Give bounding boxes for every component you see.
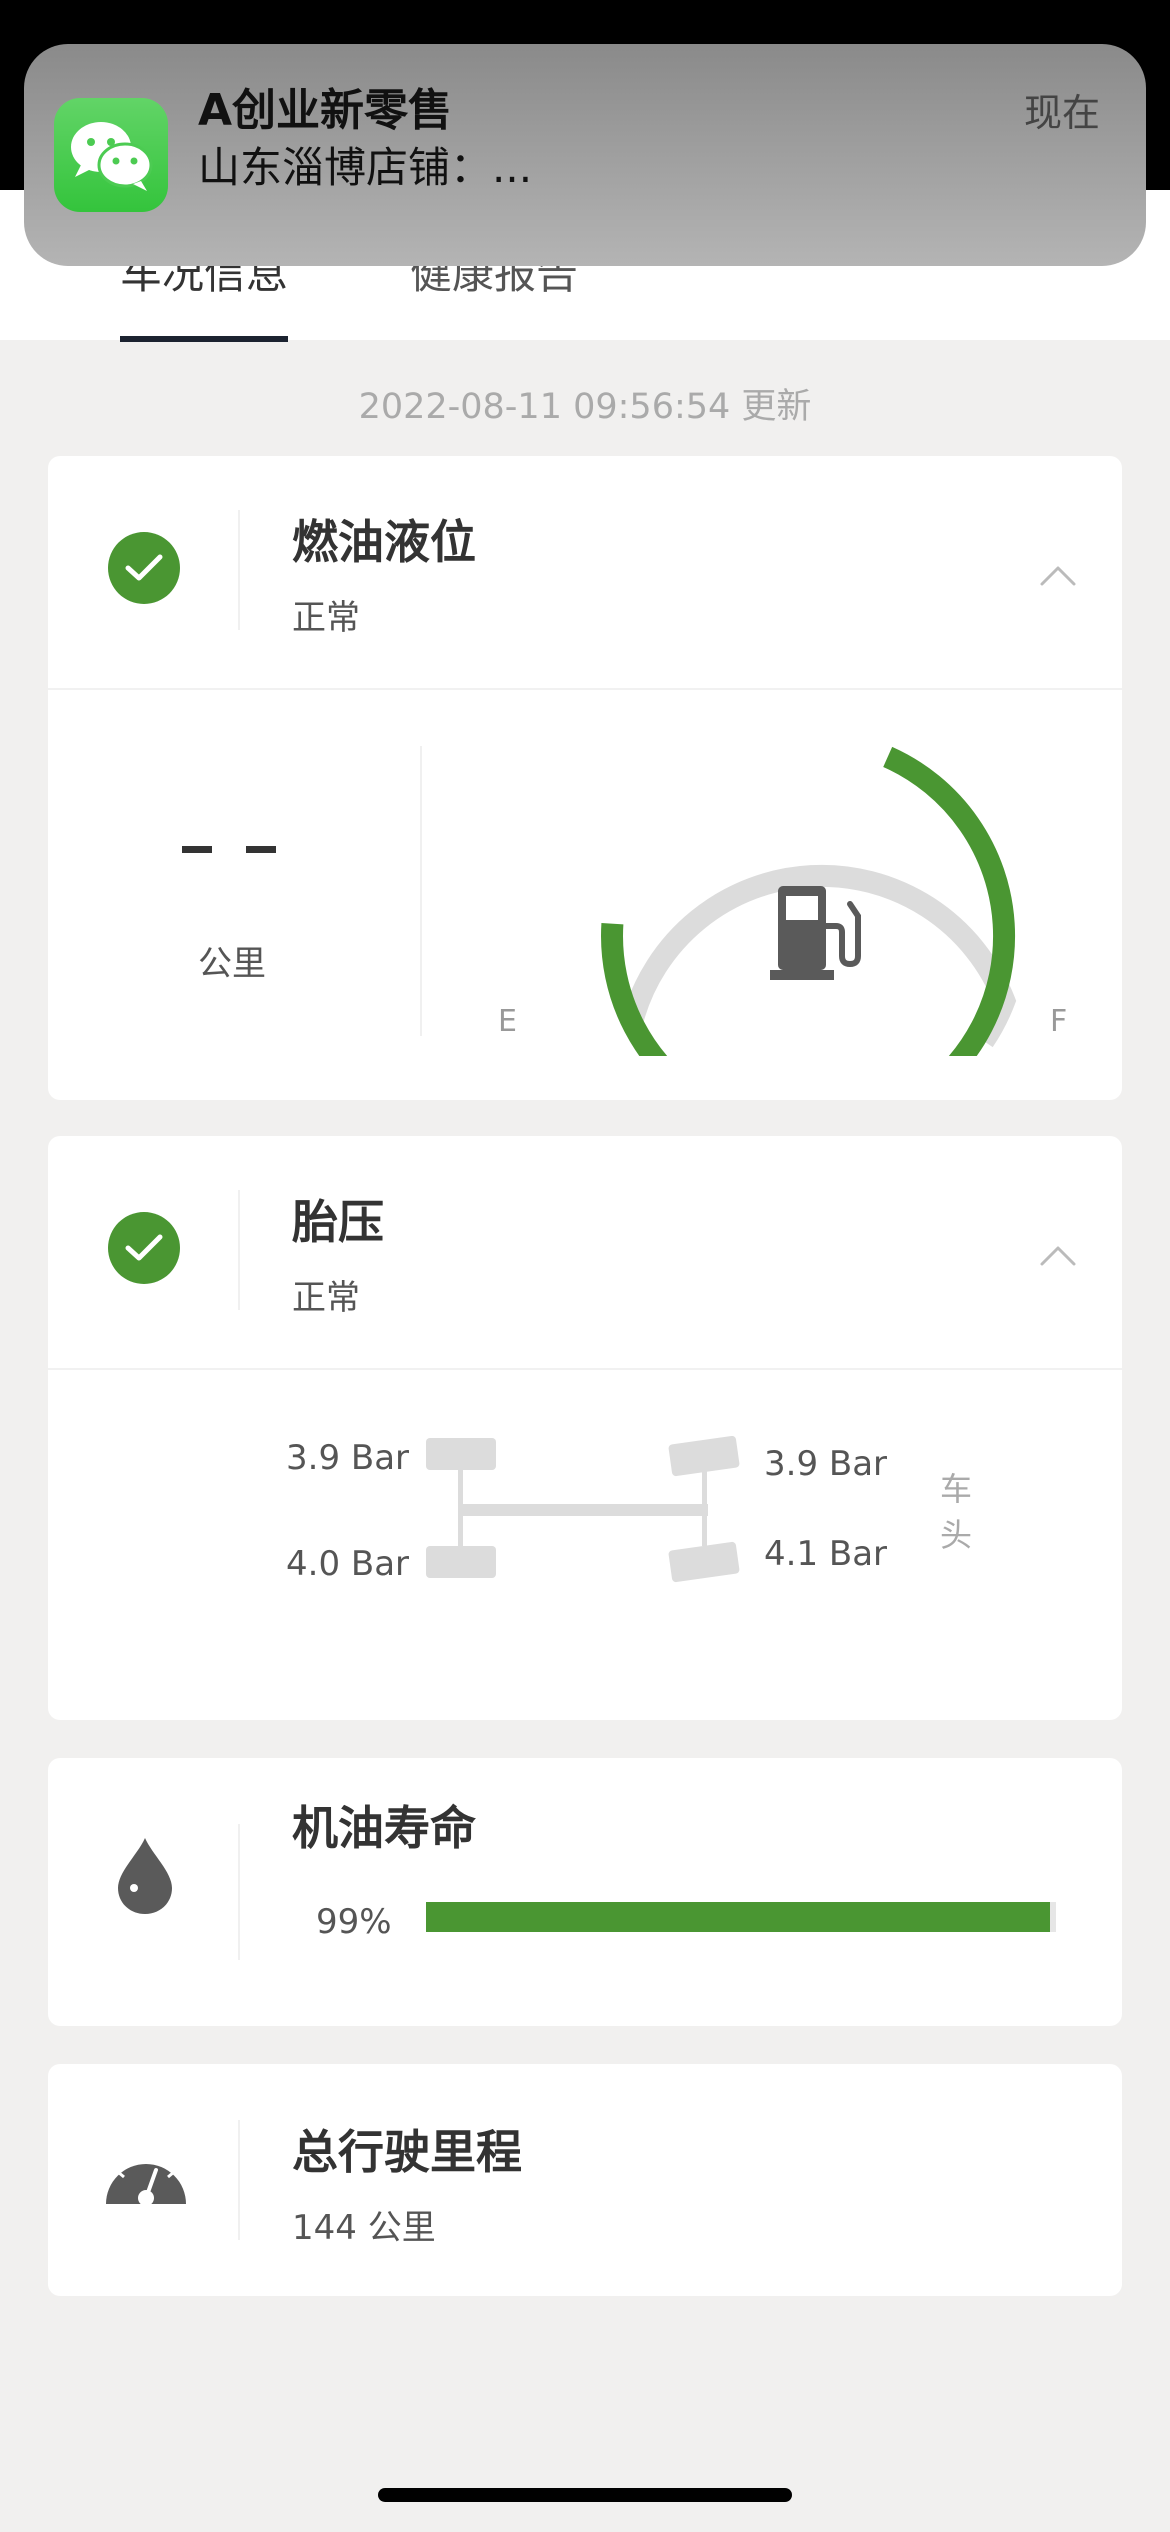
oil-percent: 99%: [316, 1902, 392, 1942]
header-divider: [238, 510, 240, 630]
mileage-value: 144 公里: [292, 2208, 436, 2248]
total-mileage-card: 总行驶里程 144 公里: [48, 2064, 1122, 2296]
tire-rear-right: 4.0 Bar: [286, 1544, 410, 1584]
section-divider: [48, 1368, 1122, 1370]
wechat-icon: [54, 98, 168, 212]
speedometer-icon: [106, 2154, 186, 2206]
header-divider: [238, 1190, 240, 1310]
home-indicator[interactable]: [378, 2488, 792, 2502]
range-value-dash: [246, 846, 276, 853]
range-unit: 公里: [198, 944, 266, 984]
fuel-pump-icon: [770, 886, 861, 980]
oil-title: 机油寿命: [292, 1801, 476, 1855]
fuel-level-card: 燃油液位 正常 - - 公里 E F: [48, 456, 1122, 1100]
update-timestamp: 2022-08-11 09:56:54 更新: [358, 387, 812, 427]
range-value-dash: [182, 846, 212, 853]
status-ok-icon: [108, 532, 180, 604]
tire-rear-left: 3.9 Bar: [286, 1438, 410, 1478]
tire-status: 正常: [292, 1278, 360, 1318]
car-axle-diagram: [426, 1436, 740, 1583]
status-ok-icon: [108, 1212, 180, 1284]
oil-progress-track: [426, 1902, 1056, 1932]
tire-front-right: 4.1 Bar: [764, 1534, 888, 1574]
section-divider: [48, 688, 1122, 690]
chevron-up-icon[interactable]: [1038, 1240, 1078, 1270]
header-divider: [238, 1824, 240, 1960]
car-front-label: 车头: [940, 1470, 973, 1554]
oil-progress-fill: [426, 1902, 1050, 1932]
header-divider: [238, 2120, 240, 2240]
notification-banner[interactable]: A创业新零售 山东淄博店铺：... 现在: [24, 44, 1146, 266]
notification-time: 现在: [1024, 91, 1101, 135]
notification-body: 山东淄博店铺：...: [198, 143, 533, 192]
fuel-title: 燃油液位: [292, 515, 476, 569]
oil-drop-icon: [118, 1838, 172, 1914]
tire-title: 胎压: [292, 1195, 384, 1249]
fuel-gauge: [601, 746, 1017, 1056]
fuel-divider: [420, 746, 422, 1036]
gauge-label-full: F: [1050, 1004, 1068, 1039]
oil-life-card: 机油寿命 99%: [48, 1758, 1122, 2026]
tire-pressure-card: 胎压 正常 3.9 Bar 4.0 Bar 3.9 Bar 4.1 Bar 车头: [48, 1136, 1122, 1720]
notification-title: A创业新零售: [198, 85, 453, 136]
gauge-label-empty: E: [498, 1004, 517, 1039]
fuel-status: 正常: [292, 598, 360, 638]
chevron-up-icon[interactable]: [1038, 560, 1078, 590]
mileage-title: 总行驶里程: [292, 2125, 522, 2179]
active-tab-indicator: [120, 336, 288, 342]
tire-front-left: 3.9 Bar: [764, 1444, 888, 1484]
